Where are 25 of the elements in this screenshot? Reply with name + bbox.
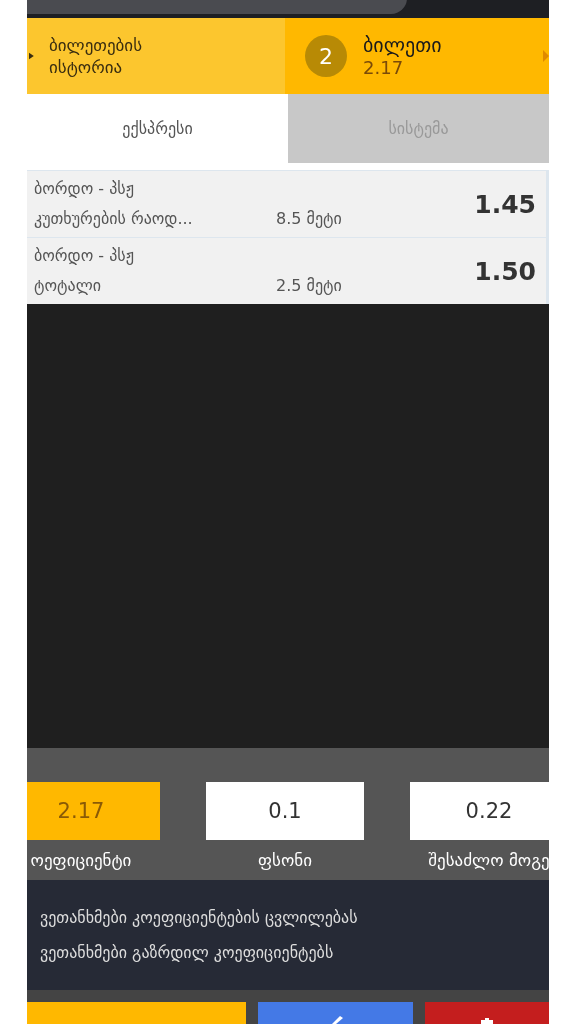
value-box: 2.17 <box>27 782 160 840</box>
stake-field[interactable]: 0.1 <box>206 782 364 840</box>
history-button[interactable]: ბილეთების ისტორია <box>27 18 285 94</box>
outcome-label: 2.5 მეტი <box>276 275 342 297</box>
match-name: ბორდო - პსჟ <box>34 178 135 200</box>
share-button[interactable] <box>258 1002 413 1024</box>
match-name: ბორდო - პსჟ <box>34 245 135 267</box>
place-bet-button[interactable] <box>27 1002 246 1024</box>
outcome-label: 8.5 მეტი <box>276 208 342 230</box>
count-badge: 2 <box>305 35 347 77</box>
market-name: კუთხურების რაოდ... <box>34 208 194 230</box>
ticket-odds: 2.17 <box>363 57 405 79</box>
market-name: ტოტალი <box>34 275 102 297</box>
option-label[interactable]: ვეთანხმები გაზრდილ კოეფიციენტებს <box>40 943 549 962</box>
history-label: ბილეთების ისტორია <box>49 34 144 78</box>
delete-button[interactable] <box>425 1002 549 1024</box>
summary-label: ფსონი <box>258 850 312 870</box>
option-label[interactable]: ვეთანხმები კოეფიციენტების ცვლილებას <box>40 908 549 927</box>
odds-value: 1.45 <box>474 189 536 219</box>
odds-value: 1.50 <box>474 256 536 286</box>
value-box: 0.22 <box>410 782 549 840</box>
trash-icon <box>479 1016 495 1024</box>
ticket-title: ბილეთი <box>363 33 442 57</box>
summary-label: შესაძლო მოგე <box>428 850 549 870</box>
summary-label: ოეფიციენტი <box>30 850 132 870</box>
